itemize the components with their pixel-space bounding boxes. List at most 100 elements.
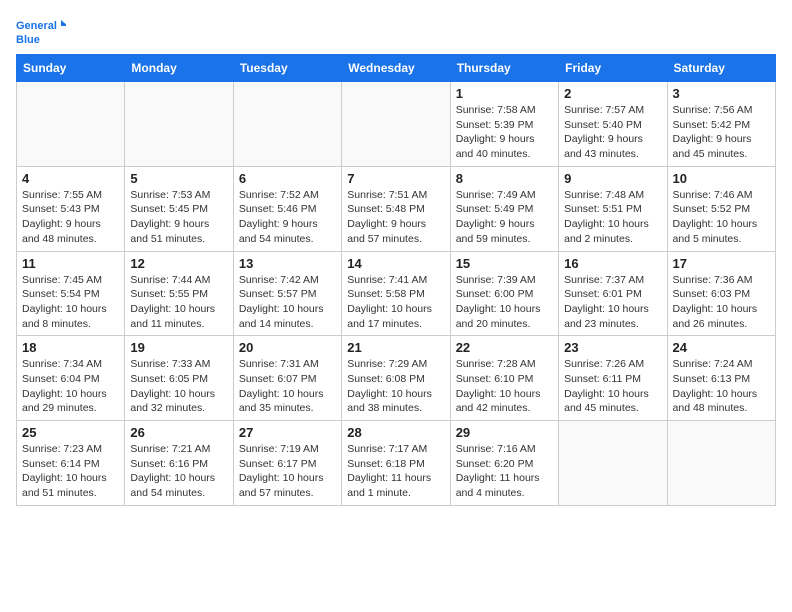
day-cell: 4 Sunrise: 7:55 AM Sunset: 5:43 PM Daylig… <box>17 166 125 251</box>
day-cell: 25 Sunrise: 7:23 AM Sunset: 6:14 PM Dayli… <box>17 421 125 506</box>
page-header: General Blue <box>16 16 776 46</box>
day-cell: 29 Sunrise: 7:16 AM Sunset: 6:20 PM Dayli… <box>450 421 558 506</box>
day-cell: 27 Sunrise: 7:19 AM Sunset: 6:17 PM Dayli… <box>233 421 341 506</box>
day-header-friday: Friday <box>559 55 667 82</box>
calendar-header-row: SundayMondayTuesdayWednesdayThursdayFrid… <box>17 55 776 82</box>
day-number: 2 <box>564 86 661 101</box>
day-number: 23 <box>564 340 661 355</box>
day-number: 22 <box>456 340 553 355</box>
day-number: 6 <box>239 171 336 186</box>
day-number: 16 <box>564 256 661 271</box>
day-cell: 18Sunrise: 7:34 AM Sunset: 6:04 PM Dayli… <box>17 336 125 421</box>
day-cell: 19 Sunrise: 7:33 AM Sunset: 6:05 PM Dayli… <box>125 336 233 421</box>
svg-text:General: General <box>16 20 57 32</box>
day-number: 10 <box>673 171 770 186</box>
day-cell <box>559 421 667 506</box>
day-number: 28 <box>347 425 444 440</box>
day-cell <box>342 82 450 167</box>
day-number: 20 <box>239 340 336 355</box>
day-info: Sunrise: 7:51 AM Sunset: 5:48 PM Dayligh… <box>347 188 444 247</box>
day-cell <box>667 421 775 506</box>
day-info: Sunrise: 7:39 AM Sunset: 6:00 PM Dayligh… <box>456 273 553 332</box>
calendar-table: SundayMondayTuesdayWednesdayThursdayFrid… <box>16 54 776 506</box>
day-info: Sunrise: 7:48 AM Sunset: 5:51 PM Dayligh… <box>564 188 661 247</box>
day-info: Sunrise: 7:21 AM Sunset: 6:16 PM Dayligh… <box>130 442 227 501</box>
day-cell: 2 Sunrise: 7:57 AM Sunset: 5:40 PM Daylig… <box>559 82 667 167</box>
day-number: 4 <box>22 171 119 186</box>
day-info: Sunrise: 7:57 AM Sunset: 5:40 PM Dayligh… <box>564 103 661 162</box>
day-info: Sunrise: 7:19 AM Sunset: 6:17 PM Dayligh… <box>239 442 336 501</box>
day-cell: 24Sunrise: 7:24 AM Sunset: 6:13 PM Dayli… <box>667 336 775 421</box>
day-info: Sunrise: 7:46 AM Sunset: 5:52 PM Dayligh… <box>673 188 770 247</box>
day-number: 13 <box>239 256 336 271</box>
week-row-2: 11Sunrise: 7:45 AM Sunset: 5:54 PM Dayli… <box>17 251 776 336</box>
day-info: Sunrise: 7:26 AM Sunset: 6:11 PM Dayligh… <box>564 357 661 416</box>
day-info: Sunrise: 7:55 AM Sunset: 5:43 PM Dayligh… <box>22 188 119 247</box>
day-cell: 26 Sunrise: 7:21 AM Sunset: 6:16 PM Dayli… <box>125 421 233 506</box>
day-number: 8 <box>456 171 553 186</box>
day-info: Sunrise: 7:17 AM Sunset: 6:18 PM Dayligh… <box>347 442 444 501</box>
day-header-saturday: Saturday <box>667 55 775 82</box>
day-cell: 6 Sunrise: 7:52 AM Sunset: 5:46 PM Daylig… <box>233 166 341 251</box>
day-header-tuesday: Tuesday <box>233 55 341 82</box>
day-cell: 23 Sunrise: 7:26 AM Sunset: 6:11 PM Dayli… <box>559 336 667 421</box>
day-cell: 12 Sunrise: 7:44 AM Sunset: 5:55 PM Dayli… <box>125 251 233 336</box>
day-number: 17 <box>673 256 770 271</box>
day-info: Sunrise: 7:58 AM Sunset: 5:39 PM Dayligh… <box>456 103 553 162</box>
day-cell: 8 Sunrise: 7:49 AM Sunset: 5:49 PM Daylig… <box>450 166 558 251</box>
logo-svg: General Blue <box>16 16 66 46</box>
week-row-0: 1 Sunrise: 7:58 AM Sunset: 5:39 PM Daylig… <box>17 82 776 167</box>
week-row-1: 4 Sunrise: 7:55 AM Sunset: 5:43 PM Daylig… <box>17 166 776 251</box>
day-info: Sunrise: 7:23 AM Sunset: 6:14 PM Dayligh… <box>22 442 119 501</box>
day-info: Sunrise: 7:56 AM Sunset: 5:42 PM Dayligh… <box>673 103 770 162</box>
day-info: Sunrise: 7:29 AM Sunset: 6:08 PM Dayligh… <box>347 357 444 416</box>
day-cell: 3Sunrise: 7:56 AM Sunset: 5:42 PM Daylig… <box>667 82 775 167</box>
day-cell: 5Sunrise: 7:53 AM Sunset: 5:45 PM Daylig… <box>125 166 233 251</box>
day-number: 15 <box>456 256 553 271</box>
day-header-wednesday: Wednesday <box>342 55 450 82</box>
day-cell: 22 Sunrise: 7:28 AM Sunset: 6:10 PM Dayli… <box>450 336 558 421</box>
day-number: 24 <box>673 340 770 355</box>
day-info: Sunrise: 7:37 AM Sunset: 6:01 PM Dayligh… <box>564 273 661 332</box>
day-info: Sunrise: 7:53 AM Sunset: 5:45 PM Dayligh… <box>130 188 227 247</box>
day-number: 9 <box>564 171 661 186</box>
day-number: 26 <box>130 425 227 440</box>
day-info: Sunrise: 7:42 AM Sunset: 5:57 PM Dayligh… <box>239 273 336 332</box>
day-header-monday: Monday <box>125 55 233 82</box>
day-cell: 20 Sunrise: 7:31 AM Sunset: 6:07 PM Dayli… <box>233 336 341 421</box>
day-number: 27 <box>239 425 336 440</box>
day-cell: 28 Sunrise: 7:17 AM Sunset: 6:18 PM Dayli… <box>342 421 450 506</box>
day-cell: 14Sunrise: 7:41 AM Sunset: 5:58 PM Dayli… <box>342 251 450 336</box>
day-cell <box>125 82 233 167</box>
day-header-thursday: Thursday <box>450 55 558 82</box>
day-info: Sunrise: 7:52 AM Sunset: 5:46 PM Dayligh… <box>239 188 336 247</box>
day-cell: 7 Sunrise: 7:51 AM Sunset: 5:48 PM Daylig… <box>342 166 450 251</box>
day-cell: 1 Sunrise: 7:58 AM Sunset: 5:39 PM Daylig… <box>450 82 558 167</box>
day-info: Sunrise: 7:44 AM Sunset: 5:55 PM Dayligh… <box>130 273 227 332</box>
day-cell: 16 Sunrise: 7:37 AM Sunset: 6:01 PM Dayli… <box>559 251 667 336</box>
day-cell: 17 Sunrise: 7:36 AM Sunset: 6:03 PM Dayli… <box>667 251 775 336</box>
day-number: 14 <box>347 256 444 271</box>
day-cell: 21 Sunrise: 7:29 AM Sunset: 6:08 PM Dayli… <box>342 336 450 421</box>
day-cell: 13 Sunrise: 7:42 AM Sunset: 5:57 PM Dayli… <box>233 251 341 336</box>
day-info: Sunrise: 7:36 AM Sunset: 6:03 PM Dayligh… <box>673 273 770 332</box>
day-info: Sunrise: 7:34 AM Sunset: 6:04 PM Dayligh… <box>22 357 119 416</box>
day-info: Sunrise: 7:49 AM Sunset: 5:49 PM Dayligh… <box>456 188 553 247</box>
day-info: Sunrise: 7:28 AM Sunset: 6:10 PM Dayligh… <box>456 357 553 416</box>
day-cell: 15 Sunrise: 7:39 AM Sunset: 6:00 PM Dayli… <box>450 251 558 336</box>
day-info: Sunrise: 7:33 AM Sunset: 6:05 PM Dayligh… <box>130 357 227 416</box>
svg-text:Blue: Blue <box>16 34 40 46</box>
logo: General Blue <box>16 16 66 46</box>
day-number: 7 <box>347 171 444 186</box>
day-number: 21 <box>347 340 444 355</box>
day-number: 29 <box>456 425 553 440</box>
day-number: 1 <box>456 86 553 101</box>
day-number: 12 <box>130 256 227 271</box>
day-cell <box>233 82 341 167</box>
day-number: 25 <box>22 425 119 440</box>
day-cell: 11Sunrise: 7:45 AM Sunset: 5:54 PM Dayli… <box>17 251 125 336</box>
day-number: 19 <box>130 340 227 355</box>
day-info: Sunrise: 7:31 AM Sunset: 6:07 PM Dayligh… <box>239 357 336 416</box>
day-info: Sunrise: 7:16 AM Sunset: 6:20 PM Dayligh… <box>456 442 553 501</box>
week-row-3: 18Sunrise: 7:34 AM Sunset: 6:04 PM Dayli… <box>17 336 776 421</box>
